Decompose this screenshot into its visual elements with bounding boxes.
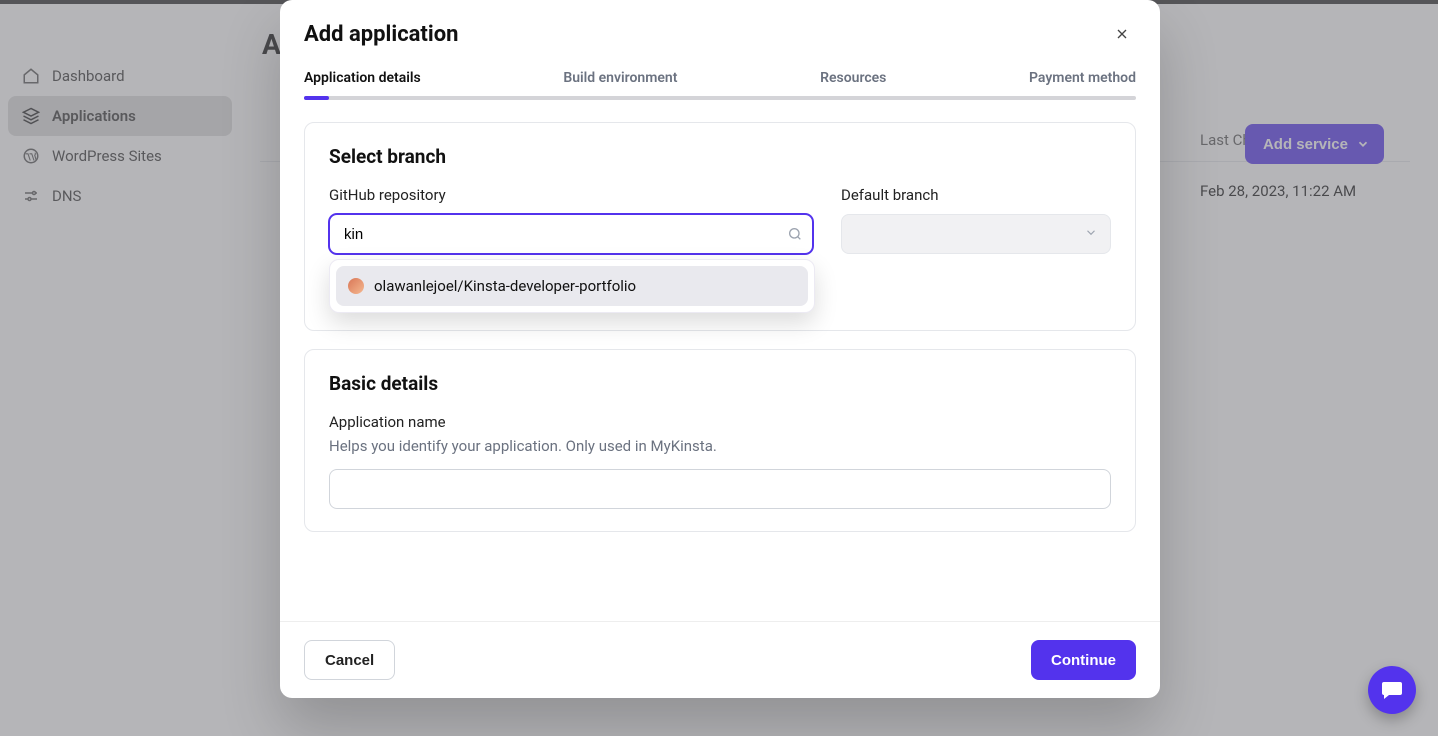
stepper: Application details Build environment Re… xyxy=(280,70,1160,94)
stepper-progress-track xyxy=(304,96,1136,100)
chat-icon xyxy=(1380,678,1404,702)
section-title-basic-details: Basic details xyxy=(329,372,1111,395)
repo-autocomplete-dropdown: olawanlejoel/Kinsta-developer-portfolio xyxy=(329,259,815,313)
avatar xyxy=(348,278,364,294)
application-name-help: Helps you identify your application. Onl… xyxy=(329,437,1111,455)
modal-footer: Cancel Continue xyxy=(280,621,1160,698)
panel-select-branch: Select branch GitHub repository Default … xyxy=(304,122,1136,331)
cancel-button[interactable]: Cancel xyxy=(304,640,395,680)
github-repo-label: GitHub repository xyxy=(329,186,813,204)
default-branch-select[interactable] xyxy=(841,214,1111,254)
step-payment-method[interactable]: Payment method xyxy=(1029,70,1136,94)
application-name-label: Application name xyxy=(329,413,1111,431)
default-branch-label: Default branch xyxy=(841,186,1111,204)
modal-close-button[interactable] xyxy=(1108,20,1136,48)
chevron-down-icon xyxy=(1084,225,1098,244)
stepper-progress-fill xyxy=(304,96,329,100)
application-name-input[interactable] xyxy=(329,469,1111,509)
section-title-select-branch: Select branch xyxy=(329,145,1111,168)
panel-basic-details: Basic details Application name Helps you… xyxy=(304,349,1136,532)
modal-header: Add application xyxy=(280,0,1160,62)
continue-button[interactable]: Continue xyxy=(1031,640,1136,680)
step-build-environment[interactable]: Build environment xyxy=(563,70,677,94)
github-repo-input[interactable] xyxy=(329,214,813,254)
close-icon xyxy=(1114,26,1130,42)
chat-fab[interactable] xyxy=(1368,666,1416,714)
repo-autocomplete-item-label: olawanlejoel/Kinsta-developer-portfolio xyxy=(374,277,636,295)
add-application-modal: Add application Application details Buil… xyxy=(280,0,1160,698)
modal-body: Select branch GitHub repository Default … xyxy=(280,100,1160,621)
repo-autocomplete-item[interactable]: olawanlejoel/Kinsta-developer-portfolio xyxy=(336,266,808,306)
step-application-details[interactable]: Application details xyxy=(304,70,421,94)
step-resources[interactable]: Resources xyxy=(820,70,886,94)
modal-title: Add application xyxy=(304,22,458,47)
